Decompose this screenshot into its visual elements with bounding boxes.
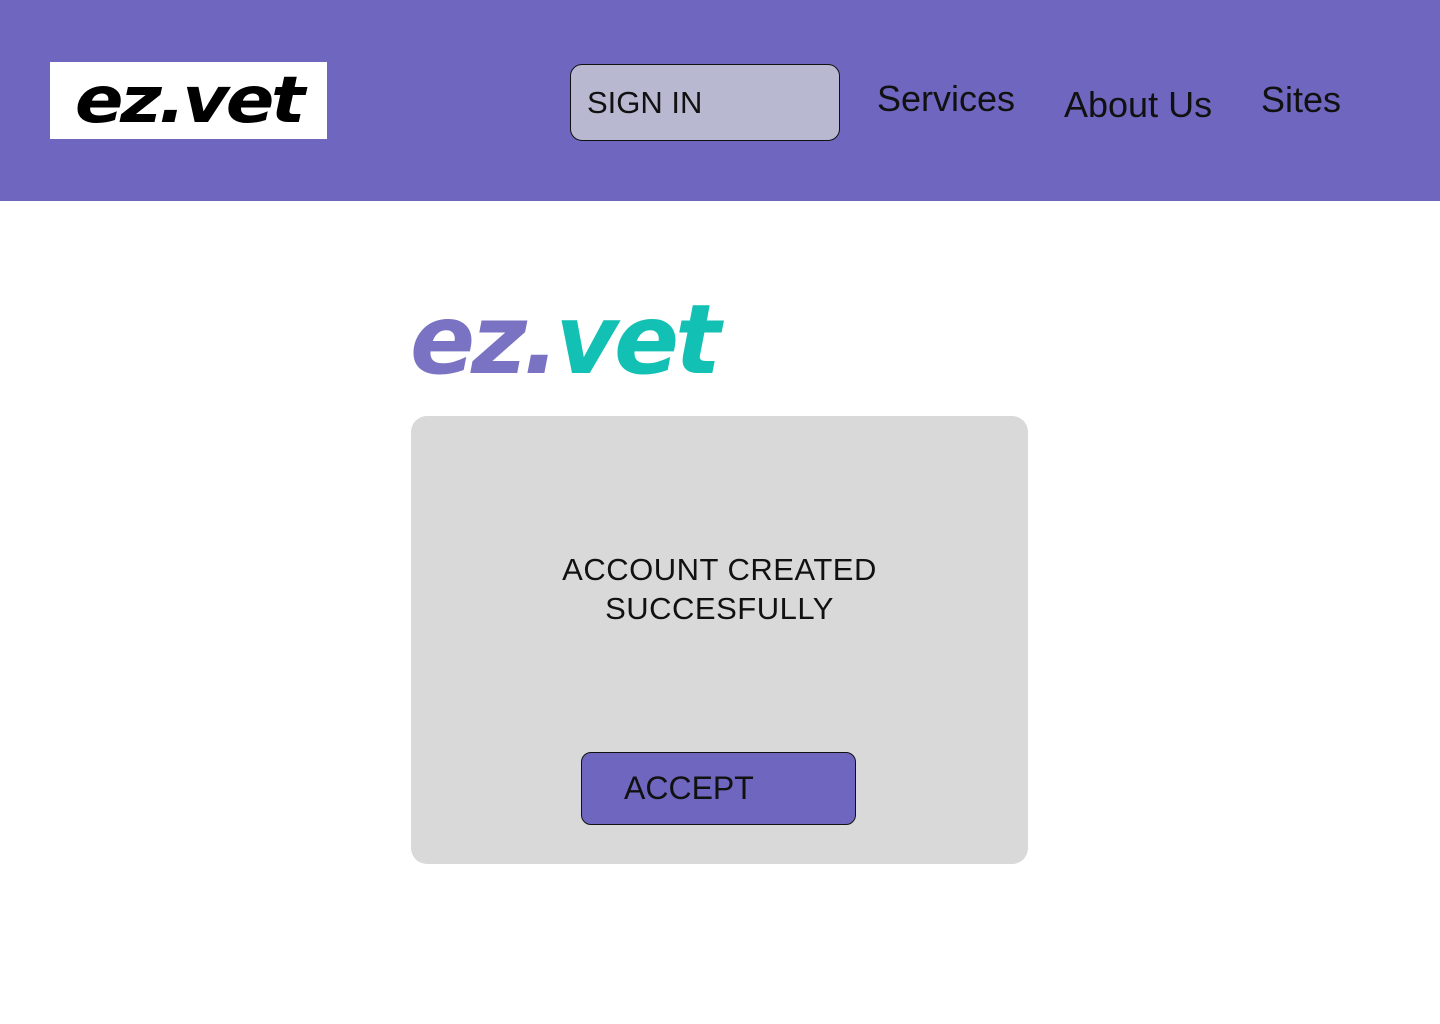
accept-button[interactable]: ACCEPT xyxy=(581,752,856,825)
header-logo-text: ez.vet xyxy=(74,63,305,138)
nav-link-about-us[interactable]: About Us xyxy=(1064,84,1212,126)
success-message-line1: ACCOUNT CREATED xyxy=(562,552,877,587)
success-message: ACCOUNT CREATED SUCCESFULLY xyxy=(411,550,1028,628)
sign-in-button[interactable]: SIGN IN xyxy=(570,64,840,141)
brand-logo: ez. vet xyxy=(410,292,721,388)
top-header: ez.vet SIGN IN Services About Us Sites xyxy=(0,0,1440,201)
header-logo[interactable]: ez.vet xyxy=(50,62,327,139)
success-dialog: ACCOUNT CREATED SUCCESFULLY ACCEPT xyxy=(411,416,1028,864)
brand-logo-vet: vet xyxy=(555,284,721,396)
brand-logo-ez: ez. xyxy=(410,284,559,396)
nav-link-sites[interactable]: Sites xyxy=(1261,79,1341,121)
success-message-line2: SUCCESFULLY xyxy=(605,591,834,626)
nav-link-services[interactable]: Services xyxy=(877,78,1015,120)
